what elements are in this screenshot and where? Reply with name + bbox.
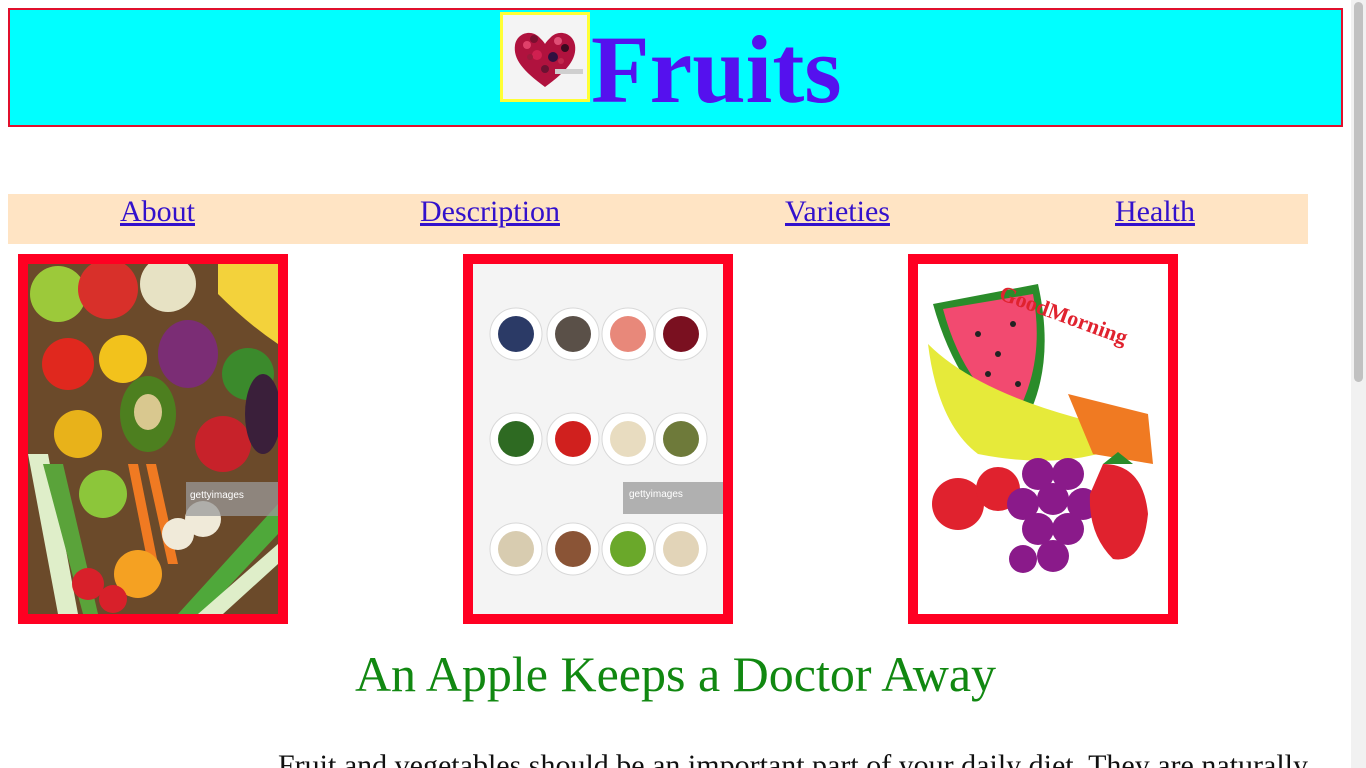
nav-link-varieties[interactable]: Varieties: [785, 194, 890, 230]
scrollbar-thumb[interactable]: [1354, 2, 1363, 382]
good-morning-image: GoodMorning: [908, 254, 1178, 624]
header-banner: Fruits: [8, 8, 1343, 127]
fruits-vegetables-image: gettyimages: [18, 254, 288, 624]
bowls-seeds-image: gettyimages: [463, 254, 733, 624]
main-nav: About Description Varieties Health: [8, 194, 1308, 244]
watermark-text: gettyimages: [629, 489, 683, 500]
intro-paragraph: Fruit and vegetables should be an import…: [278, 749, 1308, 768]
page-title: Fruits: [591, 16, 842, 123]
tagline-heading: An Apple Keeps a Doctor Away: [354, 646, 997, 702]
watermark-text: gettyimages: [190, 490, 244, 501]
page: Fruits About Description Varieties Healt…: [0, 0, 1351, 768]
nav-link-health[interactable]: Health: [1115, 194, 1195, 230]
nav-link-description[interactable]: Description: [420, 194, 560, 230]
vertical-scrollbar[interactable]: [1351, 0, 1366, 768]
fruit-heart-icon: [500, 12, 590, 102]
nav-link-about[interactable]: About: [120, 194, 195, 230]
